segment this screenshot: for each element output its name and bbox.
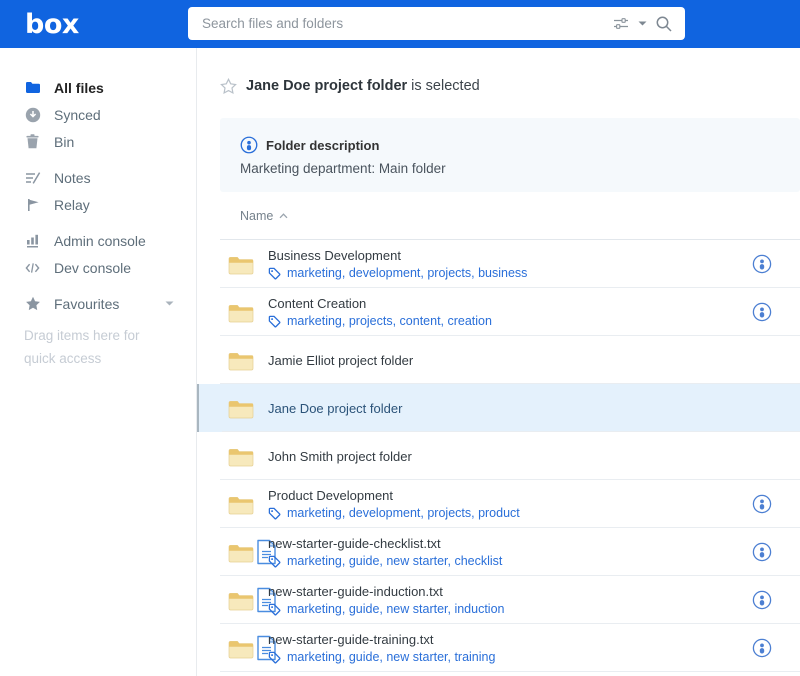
star-outline-icon[interactable] xyxy=(220,78,237,94)
sidebar-item-label: All files xyxy=(54,79,104,96)
sidebar-item-label: Relay xyxy=(54,196,90,213)
sidebar-item-bin[interactable]: Bin xyxy=(0,128,196,155)
table-row[interactable]: new-starter-guide-induction.txt marketin… xyxy=(197,576,800,624)
tags-text: marketing, development, projects, busine… xyxy=(287,266,528,280)
selection-suffix: is selected xyxy=(407,78,480,94)
search-icon[interactable] xyxy=(655,15,673,33)
sidebar-item-label: Notes xyxy=(54,169,91,186)
bar-chart-icon xyxy=(24,233,41,248)
folder-icon xyxy=(24,81,41,94)
tags-text: marketing, projects, content, creation xyxy=(287,314,492,328)
folder-description-panel: Folder description Marketing department:… xyxy=(220,118,800,192)
item-tags[interactable]: marketing, development, projects, busine… xyxy=(268,266,527,280)
sidebar-item-relay[interactable]: Relay xyxy=(0,191,196,218)
sidebar-item-label: Admin console xyxy=(54,232,146,249)
box-logo[interactable]: box xyxy=(25,11,79,38)
favourites-hint: Drag items here for quick access xyxy=(24,328,140,366)
item-name[interactable]: Content Creation xyxy=(268,296,492,311)
item-tags[interactable]: marketing, projects, content, creation xyxy=(268,314,492,328)
search-filter-icon[interactable] xyxy=(613,17,630,30)
table-row[interactable]: Content Creation marketing, projects, co… xyxy=(197,288,800,336)
folder-icon xyxy=(228,398,254,419)
sidebar: All files Synced Bin Notes Relay Admin c… xyxy=(0,48,197,676)
tags-text: marketing, guide, new starter, checklist xyxy=(287,554,503,568)
sidebar-item-favourites[interactable]: Favourites xyxy=(0,290,196,317)
tags-text: marketing, guide, new starter, induction xyxy=(287,602,505,616)
file-list: Business Development marketing, developm… xyxy=(197,240,800,672)
sidebar-item-all-files[interactable]: All files xyxy=(0,74,196,101)
table-row[interactable]: Jane Doe project folder xyxy=(197,384,800,432)
search-bar xyxy=(188,7,685,40)
table-row[interactable]: new-starter-guide-checklist.txt marketin… xyxy=(197,528,800,576)
item-tags[interactable]: marketing, guide, new starter, induction xyxy=(268,602,504,616)
table-row[interactable]: Jamie Elliot project folder xyxy=(197,336,800,384)
shared-person-icon[interactable] xyxy=(752,254,772,274)
star-icon xyxy=(24,296,41,311)
tag-icon xyxy=(268,555,281,568)
folder-icon xyxy=(228,638,254,659)
item-tags[interactable]: marketing, guide, new starter, checklist xyxy=(268,554,502,568)
person-circle-icon xyxy=(240,136,258,154)
sidebar-item-label: Favourites xyxy=(54,295,120,312)
description-text: Marketing department: Main folder xyxy=(240,161,446,176)
chevron-down-icon[interactable] xyxy=(165,301,174,306)
shared-person-icon[interactable] xyxy=(752,542,772,562)
table-row[interactable]: Business Development marketing, developm… xyxy=(197,240,800,288)
shared-person-icon[interactable] xyxy=(752,638,772,658)
search-input[interactable] xyxy=(202,16,605,31)
folder-icon xyxy=(228,590,254,611)
folder-icon xyxy=(228,302,254,323)
tag-icon xyxy=(268,651,281,664)
tag-icon xyxy=(268,507,281,520)
item-name[interactable]: Jane Doe project folder xyxy=(268,401,402,416)
topbar: box xyxy=(0,0,800,48)
item-name[interactable]: new-starter-guide-checklist.txt xyxy=(268,536,502,551)
table-row[interactable]: John Smith project folder xyxy=(197,432,800,480)
filter-caret-icon[interactable] xyxy=(638,21,647,26)
item-name[interactable]: John Smith project folder xyxy=(268,449,412,464)
table-row[interactable]: new-starter-guide-training.txt marketing… xyxy=(197,624,800,672)
selected-item-name: Jane Doe project folder xyxy=(246,78,408,94)
notes-icon xyxy=(24,171,41,185)
main-content: Jane Doe project folder is selected Fold… xyxy=(197,48,800,676)
sidebar-item-admin-console[interactable]: Admin console xyxy=(0,227,196,254)
box-app: box All files xyxy=(0,0,800,676)
item-name[interactable]: new-starter-guide-induction.txt xyxy=(268,584,504,599)
sidebar-item-label: Dev console xyxy=(54,259,132,276)
shared-person-icon[interactable] xyxy=(752,302,772,322)
shared-person-icon[interactable] xyxy=(752,590,772,610)
item-name[interactable]: new-starter-guide-training.txt xyxy=(268,632,495,647)
trash-icon xyxy=(24,134,41,149)
selection-header: Jane Doe project folder is selected xyxy=(220,78,800,94)
shared-person-icon[interactable] xyxy=(752,494,772,514)
item-name[interactable]: Jamie Elliot project folder xyxy=(268,353,413,368)
tag-icon xyxy=(268,267,281,280)
tags-text: marketing, development, projects, produc… xyxy=(287,506,520,520)
relay-flag-icon xyxy=(24,198,41,212)
folder-icon xyxy=(228,542,254,563)
tag-icon xyxy=(268,315,281,328)
code-icon xyxy=(24,262,41,274)
tags-text: marketing, guide, new starter, training xyxy=(287,650,496,664)
sidebar-item-synced[interactable]: Synced xyxy=(0,101,196,128)
item-name[interactable]: Product Development xyxy=(268,488,520,503)
folder-icon xyxy=(228,494,254,515)
table-header[interactable]: Name xyxy=(197,192,800,240)
sidebar-item-dev-console[interactable]: Dev console xyxy=(0,254,196,281)
tag-icon xyxy=(268,603,281,616)
sync-icon xyxy=(24,107,41,123)
item-name[interactable]: Business Development xyxy=(268,248,527,263)
sort-ascending-icon xyxy=(279,213,288,219)
folder-icon xyxy=(228,350,254,371)
table-row[interactable]: Product Development marketing, developme… xyxy=(197,480,800,528)
item-tags[interactable]: marketing, development, projects, produc… xyxy=(268,506,520,520)
sidebar-item-label: Bin xyxy=(54,133,75,150)
folder-icon xyxy=(228,254,254,275)
sidebar-item-notes[interactable]: Notes xyxy=(0,164,196,191)
item-tags[interactable]: marketing, guide, new starter, training xyxy=(268,650,495,664)
name-column-header[interactable]: Name xyxy=(240,209,273,223)
description-title: Folder description xyxy=(266,137,380,153)
folder-icon xyxy=(228,446,254,467)
sidebar-item-label: Synced xyxy=(54,106,101,123)
